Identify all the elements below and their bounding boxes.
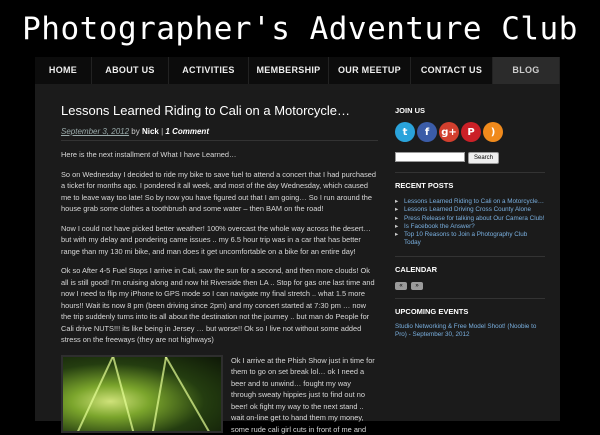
post-paragraph: So on Wednesday I decided to ride my bik… <box>61 169 378 215</box>
nav-activities[interactable]: ACTIVITIES <box>169 57 249 84</box>
calendar-nav: « » <box>395 282 545 290</box>
nav-home[interactable]: HOME <box>35 57 92 84</box>
post-title[interactable]: Lessons Learned Riding to Cali on a Moto… <box>61 103 378 118</box>
search-input[interactable] <box>395 152 465 162</box>
divider <box>395 172 545 173</box>
nav-our-meetup[interactable]: OUR MEETUP <box>329 57 411 84</box>
event-link[interactable]: Studio Networking & Free Model Shoot! (N… <box>395 323 545 340</box>
post-date[interactable]: September 3, 2012 <box>61 127 129 136</box>
calendar-next-button[interactable]: » <box>411 282 423 290</box>
post-meta: September 3, 2012 by Nick | 1 Comment <box>61 127 378 141</box>
googleplus-icon[interactable]: g+ <box>439 122 459 142</box>
rss-icon[interactable]: ) <box>483 122 503 142</box>
post-area: Lessons Learned Riding to Cali on a Moto… <box>61 103 378 435</box>
nav-contact-us[interactable]: CONTACT US <box>411 57 493 84</box>
photo-row: Ok I arrive at the Phish Show just in ti… <box>61 355 378 435</box>
divider <box>395 298 545 299</box>
twitter-icon[interactable]: t <box>395 122 415 142</box>
post-paragraph: Now I could not have picked better weath… <box>61 223 378 258</box>
search-form: Search <box>395 152 545 164</box>
join-us-heading: JOIN US <box>395 106 545 115</box>
recent-post-link[interactable]: Lessons Learned Riding to Cali on a Moto… <box>395 198 545 206</box>
calendar-heading: CALENDAR <box>395 265 545 274</box>
post-comments-link[interactable]: 1 Comment <box>165 127 209 136</box>
facebook-icon[interactable]: f <box>417 122 437 142</box>
recent-post-link[interactable]: Lessons Learned Driving Cross County Alo… <box>395 206 545 214</box>
upcoming-events-heading: UPCOMING EVENTS <box>395 307 545 316</box>
nav-about-us[interactable]: ABOUT US <box>92 57 169 84</box>
post-paragraph: Ok so After 4-5 Fuel Stops I arrive in C… <box>61 265 378 346</box>
nav-blog[interactable]: BLOG <box>493 57 560 84</box>
divider <box>395 256 545 257</box>
post-paragraph: Ok I arrive at the Phish Show just in ti… <box>231 355 378 435</box>
content-wrapper: Lessons Learned Riding to Cali on a Moto… <box>35 84 560 421</box>
calendar-prev-button[interactable]: « <box>395 282 407 290</box>
main-nav: HOME ABOUT US ACTIVITIES MEMBERSHIP OUR … <box>35 57 560 84</box>
recent-post-link[interactable]: Top 10 Reasons to Join a Photography Clu… <box>395 231 545 248</box>
recent-post-link[interactable]: Press Release for talking about Our Came… <box>395 215 545 223</box>
sidebar: JOIN US tfg+P) Search RECENT POSTS Lesso… <box>395 106 545 339</box>
meta-separator: | <box>161 127 163 136</box>
search-button[interactable]: Search <box>468 152 499 164</box>
nav-membership[interactable]: MEMBERSHIP <box>249 57 329 84</box>
recent-post-link[interactable]: Is Facebook the Answer? <box>395 223 545 231</box>
pinterest-icon[interactable]: P <box>461 122 481 142</box>
post-author[interactable]: Nick <box>142 127 159 136</box>
recent-posts-list: Lessons Learned Riding to Cali on a Moto… <box>395 198 545 248</box>
site-title[interactable]: Photographer's Adventure Club <box>0 0 600 57</box>
social-icons: tfg+P) <box>395 122 545 142</box>
post-by: by <box>131 127 139 136</box>
recent-posts-heading: RECENT POSTS <box>395 181 545 190</box>
post-paragraph: Here is the next installment of What I h… <box>61 149 378 161</box>
